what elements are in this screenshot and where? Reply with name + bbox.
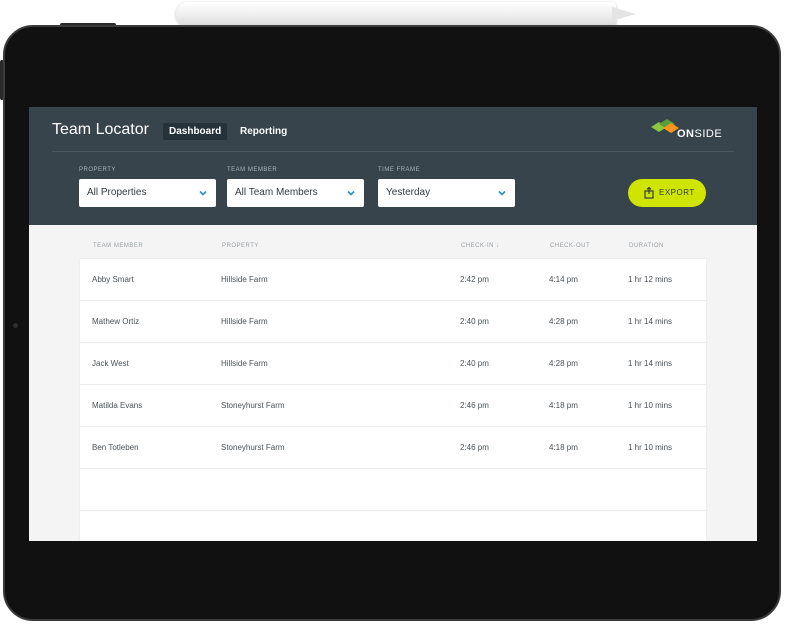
export-label: EXPORT bbox=[659, 188, 695, 197]
results-table: Abby Smart Hillside Farm 2:42 pm 4:14 pm… bbox=[80, 259, 706, 541]
export-icon bbox=[644, 187, 654, 199]
empty-row bbox=[80, 469, 706, 511]
chevron-down-icon bbox=[347, 190, 355, 196]
cell-duration: 1 hr 10 mins bbox=[628, 401, 673, 410]
cell-team-member: Matilda Evans bbox=[92, 401, 143, 410]
cell-check-in: 2:42 pm bbox=[460, 275, 489, 284]
time-frame-filter-label: TIME FRAME bbox=[378, 167, 420, 173]
property-filter-label: PROPERTY bbox=[79, 167, 116, 173]
cell-check-out: 4:28 pm bbox=[549, 359, 578, 368]
cell-property: Stoneyhurst Farm bbox=[221, 401, 285, 410]
cell-check-in: 2:46 pm bbox=[460, 443, 489, 452]
top-header: Team Locator Dashboard Reporting ONSIDE … bbox=[29, 107, 757, 225]
logo-text: ONSIDE bbox=[677, 128, 723, 140]
cell-team-member: Abby Smart bbox=[92, 275, 134, 284]
app-title: Team Locator bbox=[52, 121, 149, 138]
cell-check-out: 4:18 pm bbox=[549, 443, 578, 452]
property-select[interactable]: All Properties bbox=[79, 179, 216, 207]
team-member-select[interactable]: All Team Members bbox=[227, 179, 364, 207]
property-select-value: All Properties bbox=[87, 187, 147, 198]
cell-team-member: Mathew Ortiz bbox=[92, 317, 140, 326]
cell-property: Hillside Farm bbox=[221, 317, 268, 326]
time-frame-select[interactable]: Yesterday bbox=[378, 179, 515, 207]
cell-check-in: 2:46 pm bbox=[460, 401, 489, 410]
col-header-duration[interactable]: DURATION bbox=[629, 243, 664, 249]
team-member-filter-label: TEAM MEMBER bbox=[227, 167, 278, 173]
col-header-team-member[interactable]: TEAM MEMBER bbox=[93, 243, 143, 249]
cell-team-member: Ben Totleben bbox=[92, 443, 139, 452]
cell-duration: 1 hr 14 mins bbox=[628, 317, 673, 326]
cell-team-member: Jack West bbox=[92, 359, 129, 368]
table-row[interactable]: Matilda Evans Stoneyhurst Farm 2:46 pm 4… bbox=[80, 385, 706, 427]
col-header-check-in[interactable]: CHECK-IN ↓ bbox=[461, 243, 500, 249]
cell-check-out: 4:14 pm bbox=[549, 275, 578, 284]
cell-duration: 1 hr 12 mins bbox=[628, 275, 673, 284]
cell-check-in: 2:40 pm bbox=[460, 359, 489, 368]
logo-mark-icon bbox=[651, 119, 679, 133]
onside-logo[interactable]: ONSIDE bbox=[649, 119, 739, 145]
chevron-down-icon bbox=[498, 190, 506, 196]
camera bbox=[13, 323, 18, 328]
table-row[interactable]: Ben Totleben Stoneyhurst Farm 2:46 pm 4:… bbox=[80, 427, 706, 469]
header-divider bbox=[52, 151, 734, 152]
cell-duration: 1 hr 14 mins bbox=[628, 359, 673, 368]
cell-property: Hillside Farm bbox=[221, 359, 268, 368]
time-frame-select-value: Yesterday bbox=[386, 187, 431, 198]
cell-check-out: 4:28 pm bbox=[549, 317, 578, 326]
chevron-down-icon bbox=[199, 190, 207, 196]
cell-check-out: 4:18 pm bbox=[549, 401, 578, 410]
team-member-select-value: All Team Members bbox=[235, 187, 318, 198]
cell-property: Hillside Farm bbox=[221, 275, 268, 284]
col-header-property[interactable]: PROPERTY bbox=[222, 243, 259, 249]
col-header-check-out[interactable]: CHECK-OUT bbox=[550, 243, 590, 249]
tab-dashboard[interactable]: Dashboard bbox=[163, 123, 228, 140]
stylus-tip bbox=[612, 7, 636, 21]
cell-check-in: 2:40 pm bbox=[460, 317, 489, 326]
stylus bbox=[176, 2, 616, 26]
app-screen: Team Locator Dashboard Reporting ONSIDE … bbox=[29, 107, 757, 541]
tab-reporting[interactable]: Reporting bbox=[234, 123, 293, 140]
export-button[interactable]: EXPORT bbox=[628, 179, 706, 207]
cell-duration: 1 hr 10 mins bbox=[628, 443, 673, 452]
table-row[interactable]: Mathew Ortiz Hillside Farm 2:40 pm 4:28 … bbox=[80, 301, 706, 343]
table-row[interactable]: Abby Smart Hillside Farm 2:42 pm 4:14 pm… bbox=[80, 259, 706, 301]
cell-property: Stoneyhurst Farm bbox=[221, 443, 285, 452]
table-row[interactable]: Jack West Hillside Farm 2:40 pm 4:28 pm … bbox=[80, 343, 706, 385]
